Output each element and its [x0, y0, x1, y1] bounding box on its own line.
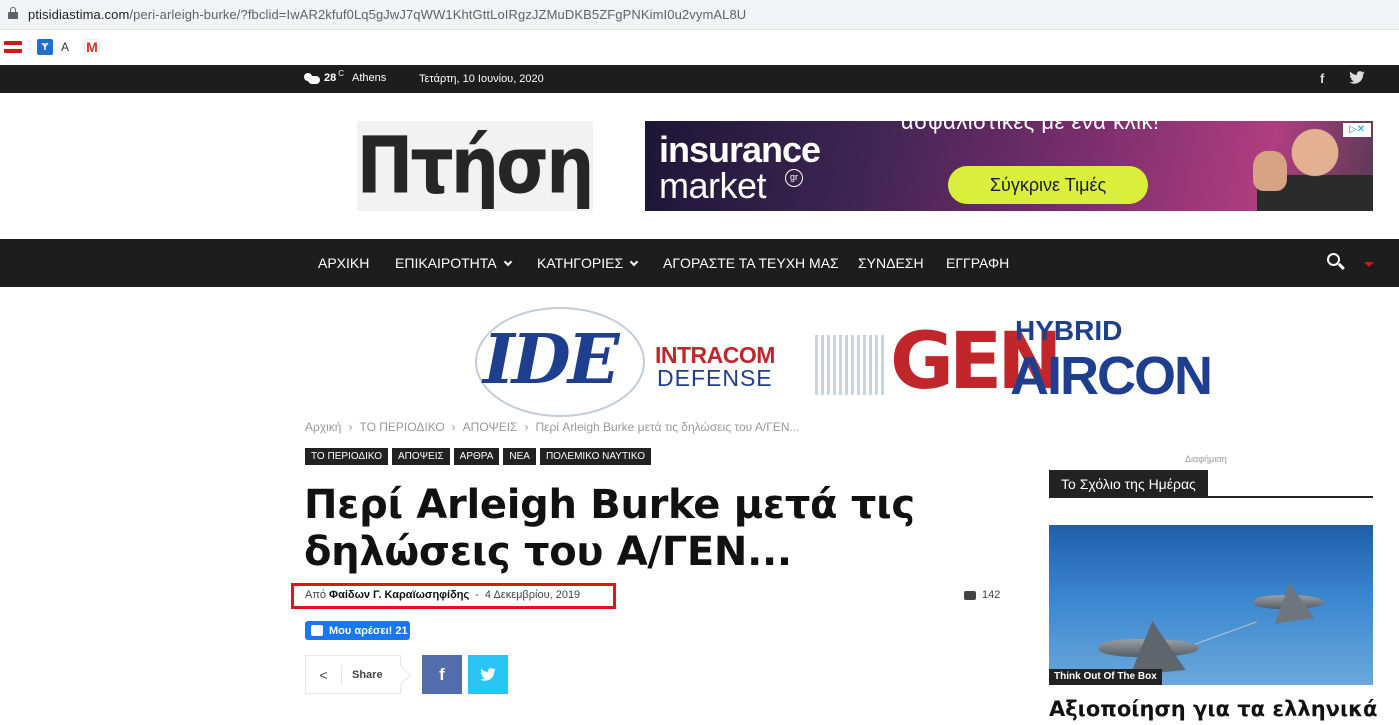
logo-text: Πτήση — [356, 120, 594, 212]
search-icon[interactable] — [1327, 253, 1345, 271]
breadcrumb-magazine[interactable]: ΤΟ ΠΕΡΙΟΔΙΚΟ — [359, 420, 444, 434]
banner-aircon: AIRCON — [1010, 346, 1213, 406]
post-category-badge[interactable]: Think Out Of The Box — [1049, 669, 1162, 685]
chevron-down-icon — [503, 257, 512, 267]
by-label: Από — [305, 589, 327, 601]
nav-item-news[interactable]: ΕΠΙΚΑΙΡΟΤΗΤΑ — [395, 255, 512, 271]
bookmarks-bar: Ɏ A M — [0, 31, 1399, 63]
share-arrow — [391, 665, 411, 685]
tag-navy[interactable]: ΠΟΛΕΜΙΚΟ ΝΑΥΤΙΚΟ — [539, 448, 651, 465]
sidebar-section-header: Το Σχόλιο της Ημέρας — [1049, 470, 1373, 498]
gmail-icon: M — [84, 39, 100, 55]
facebook-icon[interactable]: f — [1320, 71, 1324, 86]
comment-count[interactable]: 142 — [964, 589, 1000, 601]
bookmark-flag[interactable] — [4, 38, 22, 56]
ad-hand-image — [1253, 151, 1287, 191]
article-meta: Από Φαίδων Γ. Καραϊωσηφίδης -4 Δεκεμβρίου,… — [305, 589, 581, 601]
facebook-share-button[interactable]: f — [422, 655, 462, 694]
tag-articles[interactable]: ΑΡΘΡΑ — [453, 448, 500, 465]
article-date: 4 Δεκεμβρίου, 2019 — [484, 589, 581, 601]
flag-icon — [4, 41, 22, 53]
sponsor-banner[interactable]: IDE INTRACOM DEFENSE GEN HYBRID AIRCON — [475, 305, 1213, 420]
author-link[interactable]: Φαίδων Γ. Καραϊωσηφίδης — [329, 589, 469, 601]
nav-item-login[interactable]: ΣΥΝΔΕΣΗ — [858, 255, 924, 271]
nav-item-categories[interactable]: ΚΑΤΗΓΟΡΙΕΣ — [537, 255, 639, 271]
comment-count-value: 142 — [982, 589, 1001, 601]
url-text[interactable]: ptisidiastima.com/peri-arleigh-burke/?fb… — [28, 7, 746, 22]
sidebar-post-title[interactable]: Αξιοποίηση για τα ελληνικά — [1049, 697, 1377, 721]
adchoices-icon[interactable]: ▷✕ — [1343, 123, 1371, 137]
banner-defense: DEFENSE — [657, 365, 773, 391]
temperature-unit: C — [338, 68, 345, 78]
bookmark-gmail[interactable]: M — [84, 38, 100, 56]
cloud-sun-icon — [304, 72, 320, 84]
twitter-icon — [480, 668, 496, 681]
site-logo[interactable]: Πτήση — [356, 120, 594, 212]
share-button[interactable]: < Share — [305, 655, 411, 694]
bookmark-label: A — [61, 40, 70, 54]
breadcrumb-home[interactable]: Αρχική — [305, 420, 341, 434]
twitter-icon[interactable] — [1349, 71, 1365, 87]
article-title-line1: Περί Arleigh Burke μετά τις — [304, 482, 915, 528]
ad-brand-line2: market — [659, 165, 767, 206]
breadcrumb-opinions[interactable]: ΑΠΟΨΕΙΣ — [463, 420, 518, 434]
ad-headline: ασφαλιστικές με ένα κλικ! — [901, 121, 1160, 134]
facebook-like-button[interactable]: Μου αρέσει! 21 — [305, 621, 410, 640]
share-icon: < — [306, 664, 342, 685]
translate-icon: Ɏ — [37, 39, 53, 55]
nav-item-register[interactable]: ΕΓΓΡΑΦΗ — [946, 255, 1009, 271]
sidebar-section-title: Το Σχόλιο της Ημέρας — [1049, 470, 1208, 498]
caret-down-icon[interactable] — [1364, 262, 1374, 267]
article-title-line2: δηλώσεις του Α/ΓΕΝ... — [304, 529, 792, 575]
thumbs-up-icon — [311, 625, 323, 636]
banner-ide: IDE — [483, 320, 620, 400]
chevron-right-icon: › — [524, 420, 529, 434]
address-bar[interactable]: ptisidiastima.com/peri-arleigh-burke/?fb… — [0, 0, 1399, 30]
current-date: Τετάρτη, 10 Ιουνίου, 2020 — [419, 73, 544, 85]
sidebar-post-image[interactable] — [1049, 525, 1373, 685]
facebook-icon: f — [439, 664, 445, 684]
banner-waveform — [815, 335, 885, 395]
main-nav: ΑΡΧΙΚΗ ΕΠΙΚΑΙΡΟΤΗΤΑ ΚΑΤΗΓΟΡΙΕΣ ΑΓΟΡΑΣΤΕ … — [0, 239, 1399, 287]
tag-magazine[interactable]: ΤΟ ΠΕΡΙΟΔΙΚΟ — [305, 448, 388, 465]
nav-item-home[interactable]: ΑΡΧΙΚΗ — [318, 255, 369, 271]
lock-icon — [8, 7, 18, 19]
article-title: Περί Arleigh Burke μετά τις δηλώσεις του… — [304, 482, 1004, 576]
weather-widget: 28 C Athens — [304, 68, 387, 84]
chevron-right-icon: › — [451, 420, 456, 434]
comment-icon — [964, 590, 976, 600]
banner-hybrid: HYBRID — [1015, 315, 1123, 346]
tag-news[interactable]: ΝΕΑ — [503, 448, 536, 465]
breadcrumb-current: Περί Arleigh Burke μετά τις δηλώσεις του… — [535, 420, 800, 434]
chevron-right-icon: › — [348, 420, 353, 434]
bookmark-translate[interactable]: Ɏ A — [37, 38, 69, 56]
facebook-like-label: Μου αρέσει! 21 — [329, 624, 408, 637]
nav-item-buy-issues[interactable]: ΑΓΟΡΑΣΤΕ ΤΑ ΤΕΥΧΗ ΜΑΣ — [663, 255, 839, 271]
temperature: 28 — [324, 72, 337, 84]
ad-cta-button[interactable]: Σύγκρινε Τιμές — [948, 166, 1148, 204]
top-bar: 28 C Athens Τετάρτη, 10 Ιουνίου, 2020 f — [0, 65, 1399, 93]
chevron-down-icon — [629, 257, 639, 267]
share-label: Share — [352, 668, 383, 681]
article-tags: ΤΟ ΠΕΡΙΟΔΙΚΟ ΑΠΟΨΕΙΣ ΑΡΘΡΑ ΝΕΑ ΠΟΛΕΜΙΚΟ … — [305, 448, 651, 465]
ad-brand-tld: gr — [785, 169, 803, 187]
ad-label: Διαφήμιση — [1185, 454, 1227, 464]
twitter-share-button[interactable] — [468, 655, 508, 694]
weather-city: Athens — [352, 72, 387, 84]
breadcrumb: Αρχική › ΤΟ ΠΕΡΙΟΔΙΚΟ › ΑΠΟΨΕΙΣ › Περί Arleigh… — [305, 420, 800, 434]
tag-opinions[interactable]: ΑΠΟΨΕΙΣ — [392, 448, 450, 465]
header-ad-banner[interactable]: ασφαλιστικές με ένα κλικ! insurance mark… — [645, 121, 1373, 211]
